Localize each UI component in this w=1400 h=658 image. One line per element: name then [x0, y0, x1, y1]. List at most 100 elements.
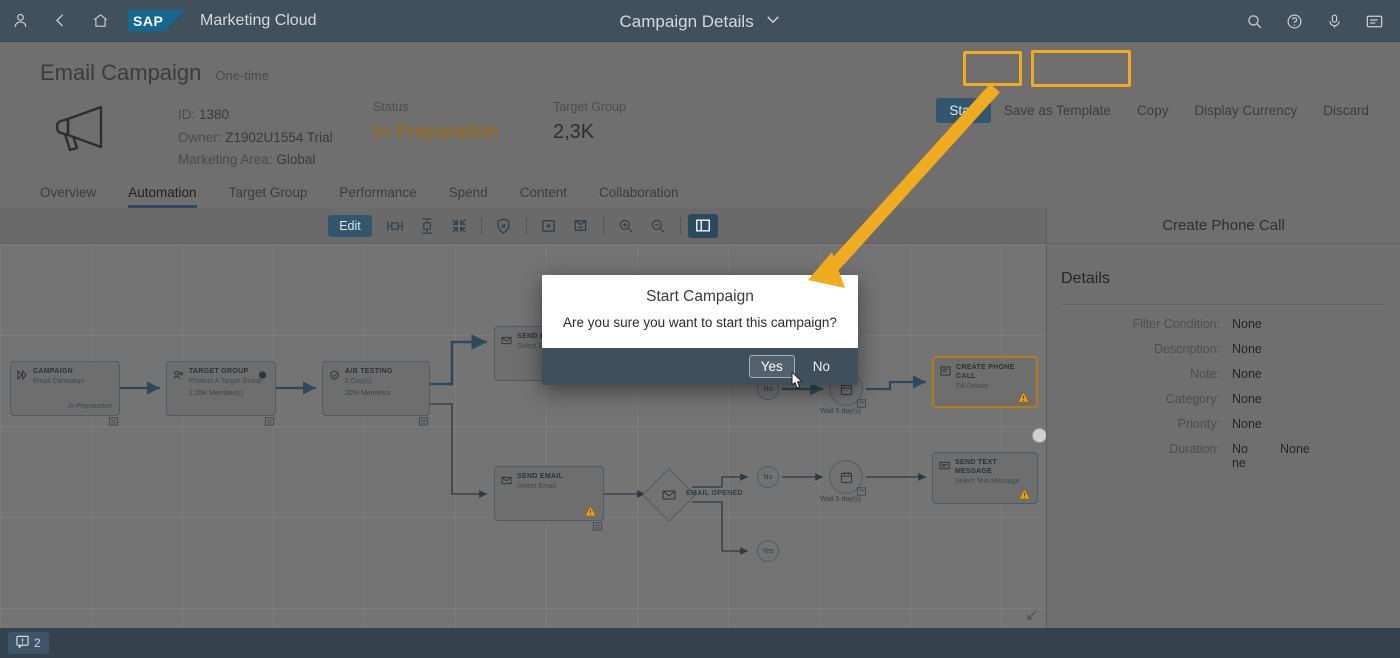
message-indicator[interactable]: 2: [8, 632, 49, 654]
flow-node-campaign[interactable]: CAMPAIGN Email Campaign In Preparation: [10, 361, 120, 416]
page-title-row: Email Campaign One-time: [40, 60, 269, 86]
notifications-icon[interactable]: [1354, 0, 1394, 42]
node-expand-icon[interactable]: [264, 414, 276, 426]
dialog-message: Are you sure you want to start this camp…: [563, 315, 837, 330]
dialog-yes-button[interactable]: Yes: [748, 355, 795, 378]
home-icon[interactable]: [80, 0, 120, 42]
detail-key: Filter Condition:: [1132, 317, 1220, 331]
detail-row-filter-condition: Filter Condition: None: [1047, 317, 1400, 331]
create-phone-call-node-icon: [940, 363, 952, 376]
align-vertical-icon[interactable]: [412, 214, 442, 238]
collapse-all-icon[interactable]: [444, 214, 474, 238]
wait-label-upper: Wait 5 day(s): [820, 408, 861, 415]
status-badge: In Preparation: [373, 121, 499, 143]
zoom-out-icon[interactable]: [643, 214, 673, 238]
toolbar-separator: [525, 216, 527, 235]
align-horizontal-icon[interactable]: [380, 214, 410, 238]
save-as-template-button[interactable]: Save as Template: [991, 98, 1124, 123]
detail-value: None: [1232, 317, 1262, 331]
detail-value: No ne: [1232, 442, 1248, 470]
edit-button[interactable]: Edit: [328, 214, 372, 237]
tab-performance[interactable]: Performance: [323, 185, 432, 208]
canvas-toolbar: Edit: [0, 208, 1046, 244]
flow-node-subtitle: Select Text Message: [955, 478, 1020, 485]
tab-spend[interactable]: Spend: [433, 185, 504, 208]
shell-product-name: Marketing Cloud: [200, 11, 317, 29]
page-title: Email Campaign: [40, 60, 202, 85]
side-panel-field-list: Filter Condition: None Description: None…: [1047, 305, 1400, 470]
node-expand-icon[interactable]: [418, 414, 430, 426]
side-panel-section-heading: Details: [1061, 270, 1110, 287]
add-node-icon[interactable]: [534, 214, 564, 238]
user-icon[interactable]: [0, 0, 40, 42]
flow-node-target-group[interactable]: TARGET GROUP Product A Target Group 2.25…: [166, 361, 276, 416]
page-subtitle: One-time: [215, 68, 269, 83]
branch-yes: Yes: [757, 540, 779, 562]
detail-value: None: [1232, 367, 1262, 381]
flow-node-create-phone-call[interactable]: CREATE PHONE CALL Fill Details: [932, 356, 1038, 408]
detail-key: Category:: [1165, 392, 1220, 406]
automation-flow-canvas[interactable]: CAMPAIGN Email Campaign In Preparation T…: [0, 244, 1046, 628]
detail-key: Priority:: [1177, 417, 1220, 431]
tab-content[interactable]: Content: [504, 185, 583, 208]
schedule-icon[interactable]: [566, 214, 596, 238]
detail-value: None: [1232, 392, 1262, 406]
zoom-in-icon[interactable]: [611, 214, 641, 238]
field-marketing-area-label: Marketing Area:: [178, 152, 273, 167]
field-marketing-area-value: Global: [276, 152, 316, 167]
detail-key: Note:: [1190, 367, 1220, 381]
node-expand-icon[interactable]: [592, 519, 604, 531]
copy-button[interactable]: Copy: [1124, 98, 1182, 123]
start-button[interactable]: Start: [936, 98, 991, 123]
canvas-splitter-handle[interactable]: [1032, 428, 1046, 443]
detail-key: Duration:: [1169, 442, 1220, 456]
tab-overview[interactable]: Overview: [40, 185, 112, 208]
display-currency-button[interactable]: Display Currency: [1181, 98, 1310, 123]
header-field-list: ID: 1380 Owner: Z1902U1554 Trial Marketi…: [178, 104, 333, 172]
warning-icon: [1017, 390, 1030, 403]
target-group-label: Target Group: [553, 100, 626, 114]
validate-shield-icon[interactable]: [489, 214, 519, 238]
detail-row-note: Note: None: [1047, 367, 1400, 381]
flow-node-extra: 20% Members: [345, 390, 391, 397]
field-id-label: ID:: [178, 107, 196, 122]
flow-node-footer: In Preparation: [68, 403, 112, 410]
start-campaign-dialog: Start Campaign Are you sure you want to …: [542, 275, 858, 385]
branch-no-lower: No: [757, 466, 779, 488]
send-email-node-icon: [501, 472, 513, 485]
flow-edges: [120, 334, 926, 555]
discard-button[interactable]: Discard: [1310, 98, 1382, 123]
canvas-resize-icon[interactable]: [1026, 608, 1038, 620]
detail-row-category: Category: None: [1047, 392, 1400, 406]
flow-node-send-text-message[interactable]: SEND TEXT MESSAGE Select Text Message: [932, 452, 1038, 504]
node-expand-icon[interactable]: [856, 396, 868, 408]
node-expand-icon[interactable]: [108, 414, 120, 426]
header-column-target-group: Target Group 2,3K: [553, 100, 626, 144]
microphone-icon[interactable]: [1314, 0, 1354, 42]
back-icon[interactable]: [40, 0, 80, 42]
detail-row-description: Description: None: [1047, 342, 1400, 356]
decision-label: EMAIL OPENED: [686, 490, 743, 497]
help-icon[interactable]: [1274, 0, 1314, 42]
send-email-node-icon: [501, 332, 513, 345]
dialog-footer: Yes No: [542, 348, 858, 385]
shell-actions: [1234, 0, 1394, 42]
tab-automation[interactable]: Automation: [112, 185, 212, 208]
field-owner-value: Z1902U1554 Trial: [225, 129, 333, 145]
detail-value: None: [1232, 342, 1262, 356]
warning-icon: [1018, 487, 1031, 500]
footer-bar: 2: [0, 628, 1400, 658]
flow-node-send-email-lower[interactable]: SEND EMAIL Select Email: [494, 466, 604, 521]
target-group-value: 2,3K: [553, 121, 595, 143]
dialog-no-button[interactable]: No: [801, 355, 842, 378]
flow-node-ab-testing[interactable]: A/B TESTING 2 Day(s) 20% Members: [322, 361, 430, 416]
megaphone-icon: [52, 102, 116, 154]
tab-collaboration[interactable]: Collaboration: [583, 185, 695, 208]
search-icon[interactable]: [1234, 0, 1274, 42]
tab-target-group[interactable]: Target Group: [213, 185, 324, 208]
toolbar-separator: [480, 216, 482, 235]
send-text-message-node-icon: [939, 458, 951, 470]
campaign-node-icon: [17, 367, 29, 381]
node-expand-icon[interactable]: [856, 484, 868, 496]
toggle-side-panel-icon[interactable]: [687, 213, 718, 238]
